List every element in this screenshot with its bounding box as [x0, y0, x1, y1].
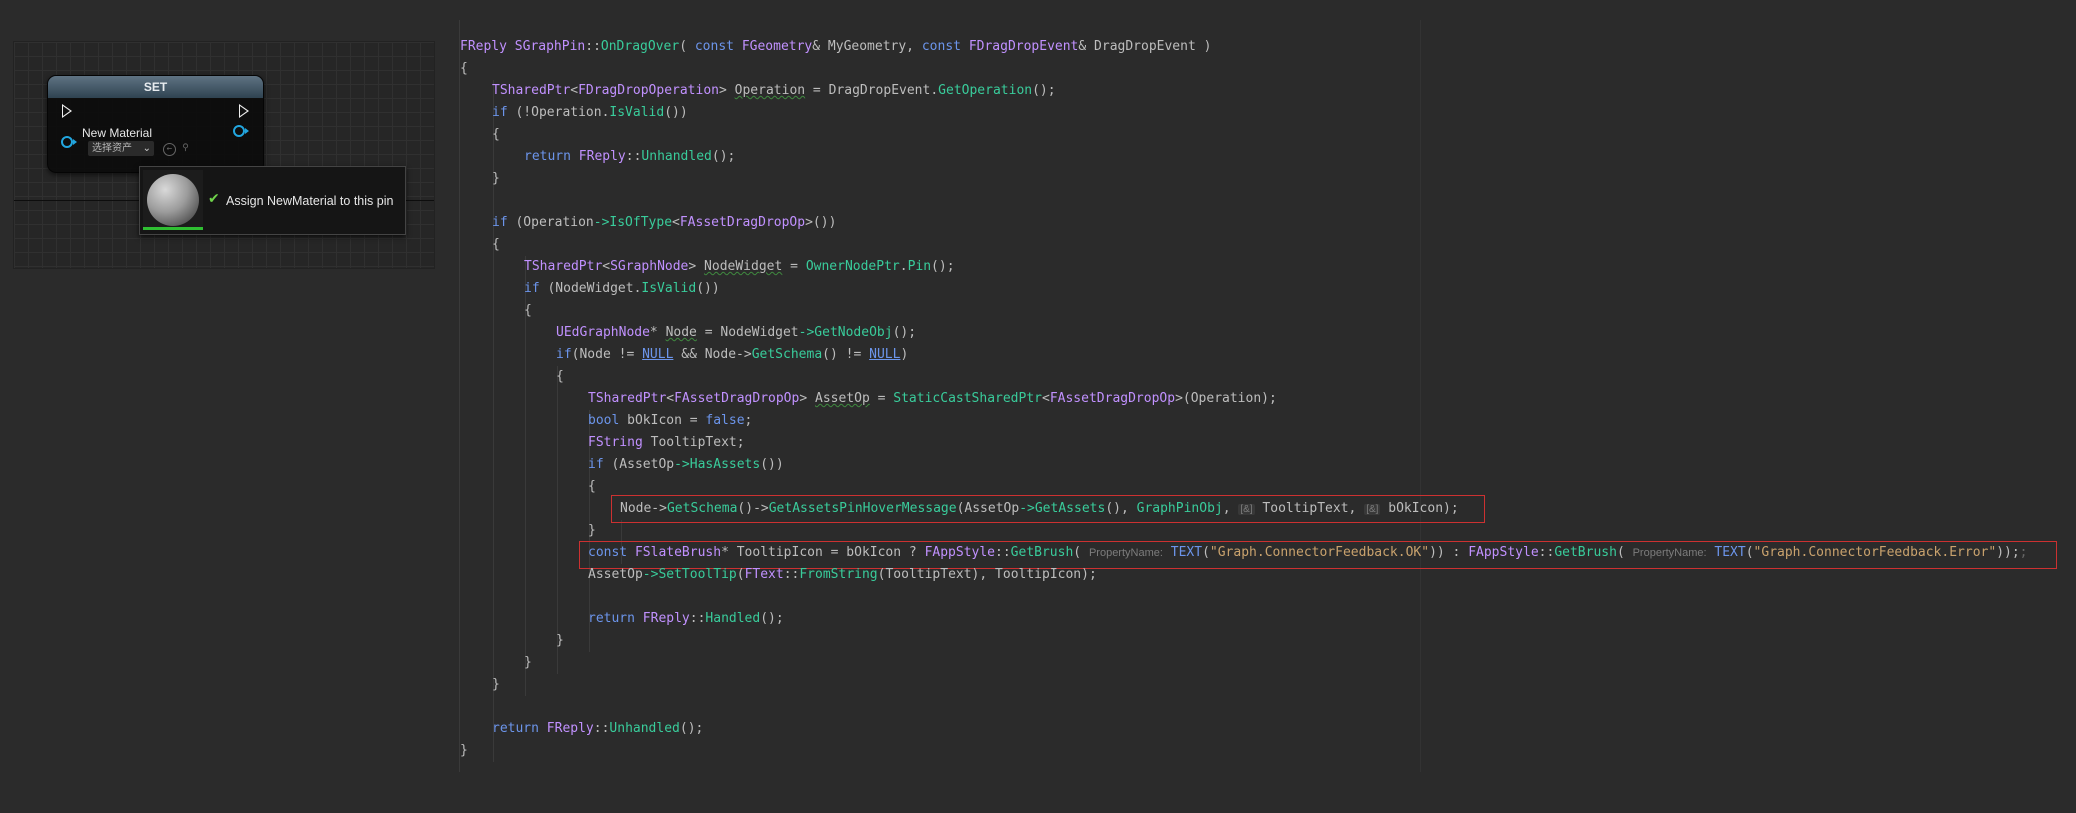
node-title: SET	[48, 76, 263, 98]
code-line-4: if (!Operation.IsValid())	[492, 105, 688, 120]
code-line-24: const FSlateBrush* TooltipIcon = bOkIcon…	[588, 545, 2028, 560]
code-line-11: TSharedPtr<SGraphNode> NodeWidget = Owne…	[524, 259, 955, 274]
material-sphere-preview	[147, 174, 199, 226]
code-line-10: {	[492, 237, 500, 252]
pin-label: New Material	[82, 126, 153, 140]
code-line-9: if (Operation->IsOfType<FAssetDragDropOp…	[492, 215, 837, 230]
thumbnail-asset-bar	[143, 227, 203, 230]
code-line-15: if(Node != NULL && Node->GetSchema() != …	[556, 347, 909, 362]
code-line-16: {	[556, 369, 564, 384]
code-line-18: bool bOkIcon = false;	[588, 413, 753, 428]
browse-search-icon[interactable]: ⚲	[180, 143, 191, 154]
code-line-30: }	[492, 677, 500, 692]
exec-in-pin-icon[interactable]	[62, 104, 72, 118]
code-line-13: {	[524, 303, 532, 318]
exec-out-pin-icon[interactable]	[239, 104, 249, 118]
code-line-2: {	[460, 61, 468, 76]
code-line-28: }	[556, 633, 564, 648]
material-thumbnail	[143, 170, 203, 230]
blueprint-graph-panel[interactable]: SET New Material 选择资产 ⌄ ← ⚲ ✔ Assign New…	[13, 41, 435, 269]
code-editor[interactable]: FReply SGraphPin::OnDragOver( const FGeo…	[460, 36, 2060, 762]
code-line-33: }	[460, 743, 468, 758]
code-line-12: if (NodeWidget.IsValid())	[524, 281, 720, 296]
code-line-14: UEdGraphNode* Node = NodeWidget->GetNode…	[556, 325, 917, 340]
code-line-20: if (AssetOp->HasAssets())	[588, 457, 784, 472]
chevron-down-icon: ⌄	[142, 143, 151, 154]
checkmark-icon: ✔	[208, 191, 220, 207]
output-pin-icon[interactable]	[233, 125, 249, 137]
code-line-3: TSharedPtr<FDragDropOperation> Operation…	[492, 83, 1056, 98]
drag-tooltip: ✔ Assign NewMaterial to this pin	[139, 166, 406, 235]
asset-picker-text: 选择资产	[92, 143, 132, 154]
code-line-23: }	[588, 523, 596, 538]
code-line-27: return FReply::Handled();	[588, 611, 784, 626]
code-line-17: TSharedPtr<FAssetDragDropOp> AssetOp = S…	[588, 391, 1277, 406]
code-line-1: FReply SGraphPin::OnDragOver( const FGeo…	[460, 39, 1212, 54]
code-line-6: return FReply::Unhandled();	[524, 149, 736, 164]
code-line-21: {	[588, 479, 596, 494]
code-line-5: {	[492, 127, 500, 142]
code-line-25: AssetOp->SetToolTip(FText::FromString(To…	[588, 567, 1097, 582]
input-pin-icon[interactable]	[61, 136, 77, 148]
code-line-29: }	[524, 655, 532, 670]
use-selected-icon[interactable]: ←	[163, 143, 176, 156]
code-line-32: return FReply::Unhandled();	[492, 721, 704, 736]
code-line-19: FString TooltipText;	[588, 435, 745, 450]
asset-picker-dropdown[interactable]: 选择资产 ⌄	[88, 141, 154, 156]
set-node[interactable]: SET New Material 选择资产 ⌄ ← ⚲	[47, 75, 264, 173]
code-line-22: Node->GetSchema()->GetAssetsPinHoverMess…	[620, 501, 1459, 516]
tooltip-text: Assign NewMaterial to this pin	[226, 194, 394, 208]
code-line-7: }	[492, 171, 500, 186]
